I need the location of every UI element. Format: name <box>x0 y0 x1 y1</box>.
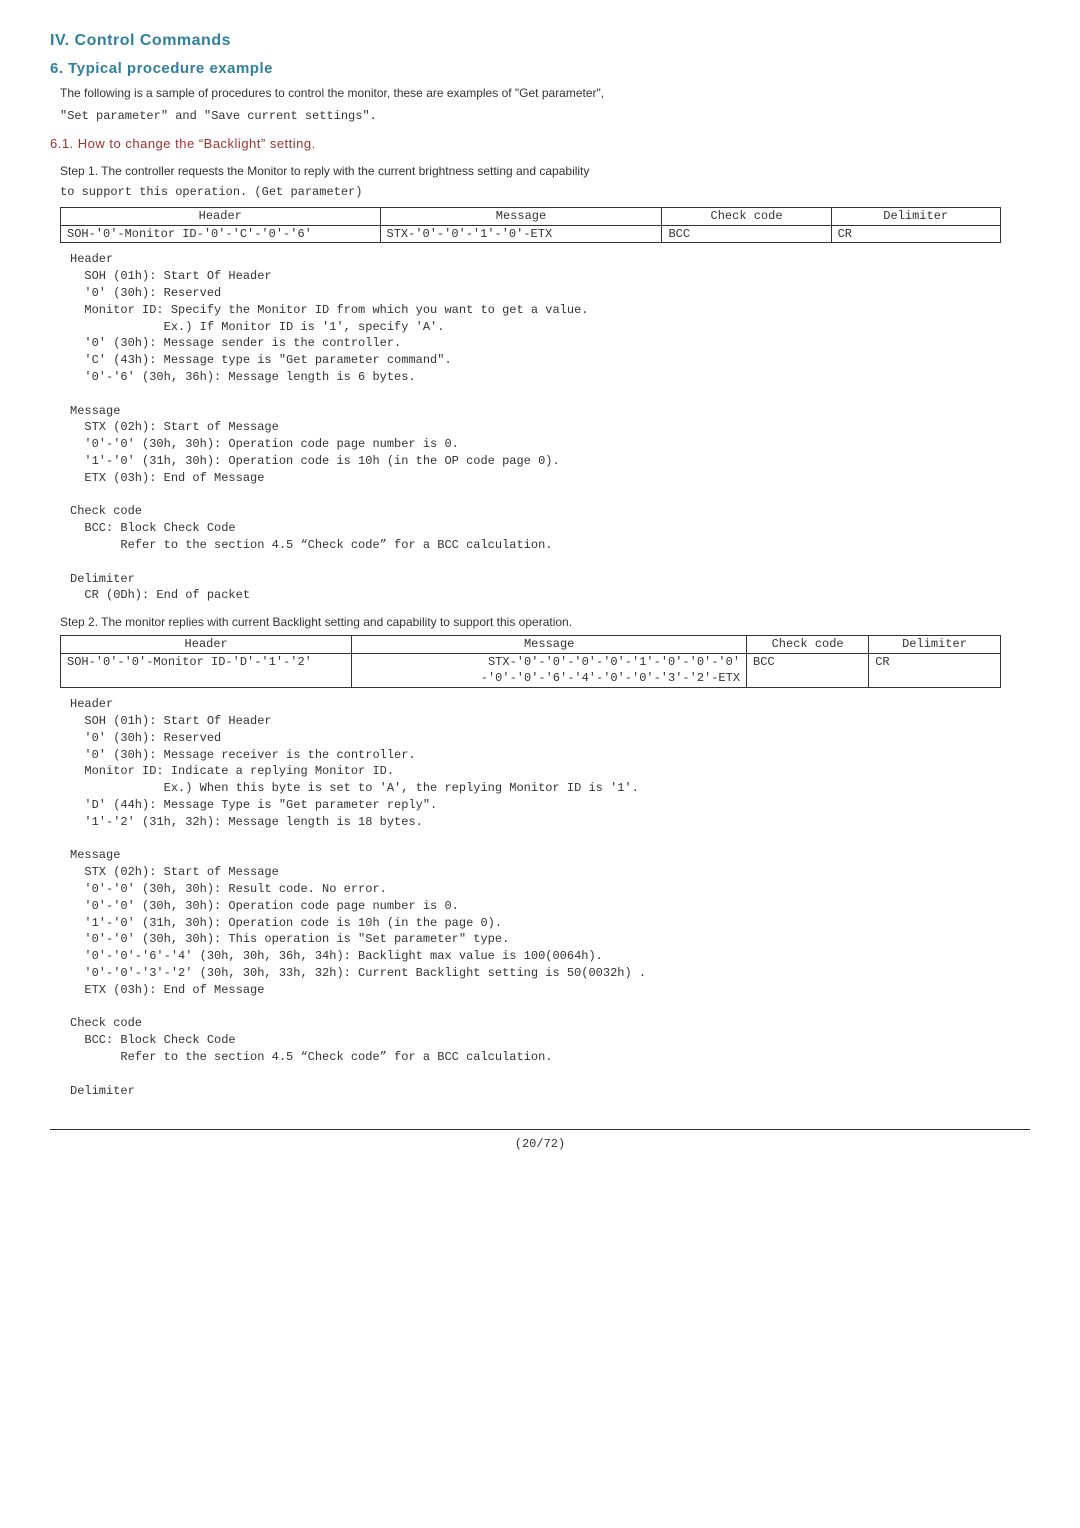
step2-text-1: Step 2. The monitor replies with current… <box>60 614 1030 631</box>
cell-delimiter: CR <box>831 225 1000 243</box>
step1-text-2: to support this operation. (Get paramete… <box>60 184 1030 201</box>
col-message: Message <box>380 207 662 225</box>
cell-delimiter: CR <box>869 653 1001 688</box>
step2-table: Header Message Check code Delimiter SOH-… <box>60 635 1001 688</box>
cell-header: SOH-'0'-Monitor ID-'0'-'C'-'0'-'6' <box>61 225 381 243</box>
step-6-1-heading: 6.1. How to change the “Backlight” setti… <box>50 135 1030 153</box>
table-row: SOH-'0'-'0'-Monitor ID-'D'-'1'-'2' STX-'… <box>61 653 1001 688</box>
intro-line-2: "Set parameter" and "Save current settin… <box>60 108 1030 125</box>
step1-text-1: Step 1. The controller requests the Moni… <box>60 163 1030 180</box>
cell-check-code: BCC <box>747 653 869 688</box>
col-check-code: Check code <box>747 635 869 653</box>
col-message: Message <box>352 635 747 653</box>
table-header-row: Header Message Check code Delimiter <box>61 207 1001 225</box>
subsection-heading: 6. Typical procedure example <box>50 58 1030 79</box>
col-delimiter: Delimiter <box>869 635 1001 653</box>
cell-check-code: BCC <box>662 225 831 243</box>
cell-header: SOH-'0'-'0'-Monitor ID-'D'-'1'-'2' <box>61 653 352 688</box>
table-header-row: Header Message Check code Delimiter <box>61 635 1001 653</box>
cell-message: STX-'0'-'0'-'1'-'0'-ETX <box>380 225 662 243</box>
table-row: SOH-'0'-Monitor ID-'0'-'C'-'0'-'6' STX-'… <box>61 225 1001 243</box>
col-header: Header <box>61 635 352 653</box>
step1-table: Header Message Check code Delimiter SOH-… <box>60 207 1001 244</box>
step2-code-block: Header SOH (01h): Start Of Header '0' (3… <box>70 696 1030 1099</box>
intro-line-1: The following is a sample of procedures … <box>60 85 1030 102</box>
col-check-code: Check code <box>662 207 831 225</box>
cell-message: STX-'0'-'0'-'0'-'0'-'1'-'0'-'0'-'0' -'0'… <box>352 653 747 688</box>
col-delimiter: Delimiter <box>831 207 1000 225</box>
step1-code-block: Header SOH (01h): Start Of Header '0' (3… <box>70 251 1030 604</box>
section-heading: IV. Control Commands <box>50 30 1030 52</box>
col-header: Header <box>61 207 381 225</box>
page-footer: (20/72) <box>50 1129 1030 1153</box>
